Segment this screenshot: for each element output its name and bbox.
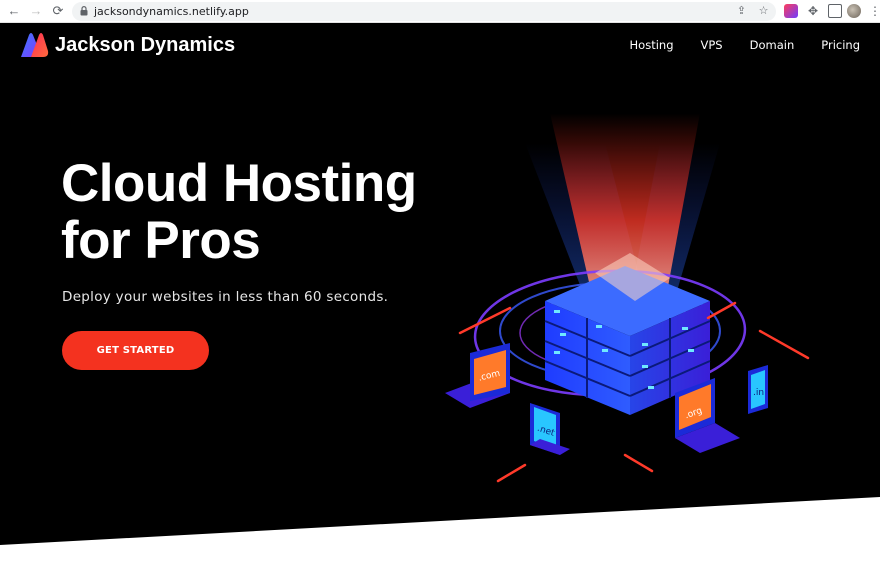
side-panel-icon[interactable] <box>828 4 842 18</box>
phone-in-icon: .in <box>748 365 768 414</box>
get-started-button[interactable]: GET STARTED <box>62 331 209 370</box>
address-bar[interactable]: jacksondynamics.netlify.app ⇪ ☆ <box>72 2 776 21</box>
domain-in-label: .in <box>753 388 764 398</box>
nav-vps[interactable]: VPS <box>701 38 723 52</box>
website: Jackson Dynamics Hosting VPS Domain Pric… <box>0 23 880 577</box>
reload-icon[interactable]: ⟳ <box>50 3 66 19</box>
url-text: jacksondynamics.netlify.app <box>94 5 249 18</box>
tablet-net-icon: .net <box>530 403 570 455</box>
nav-hosting[interactable]: Hosting <box>630 38 674 52</box>
browser-toolbar: ← → ⟳ jacksondynamics.netlify.app ⇪ ☆ ✥ … <box>0 0 880 23</box>
hero-title-line1: Cloud Hosting <box>61 154 417 213</box>
avatar[interactable] <box>847 4 861 18</box>
brand-logo[interactable]: Jackson Dynamics <box>19 31 235 59</box>
extension-icon[interactable] <box>784 4 798 18</box>
menu-kebab-icon[interactable]: ⋮ <box>868 4 880 18</box>
nav-pricing[interactable]: Pricing <box>821 38 860 52</box>
laptop-com-icon: .com <box>445 343 510 408</box>
share-icon[interactable]: ⇪ <box>734 4 749 19</box>
arrow-left-icon[interactable]: ← <box>6 3 22 19</box>
lock-icon <box>80 6 88 16</box>
logo-icon <box>21 33 49 57</box>
hero-subtitle: Deploy your websites in less than 60 sec… <box>62 289 389 305</box>
hero-title-line2: for Pros <box>61 211 261 270</box>
nav-domain[interactable]: Domain <box>750 38 795 52</box>
hero-title: Cloud Hosting for Pros <box>61 155 417 269</box>
puzzle-icon[interactable]: ✥ <box>806 4 820 18</box>
bookmark-star-icon[interactable]: ☆ <box>756 4 771 19</box>
arrow-right-icon[interactable]: → <box>28 3 44 19</box>
hero-section: Jackson Dynamics Hosting VPS Domain Pric… <box>0 23 880 545</box>
brand-name: Jackson Dynamics <box>55 33 236 56</box>
server-illustration: .com .net .org .in <box>445 113 810 483</box>
main-nav: Hosting VPS Domain Pricing <box>630 38 860 52</box>
